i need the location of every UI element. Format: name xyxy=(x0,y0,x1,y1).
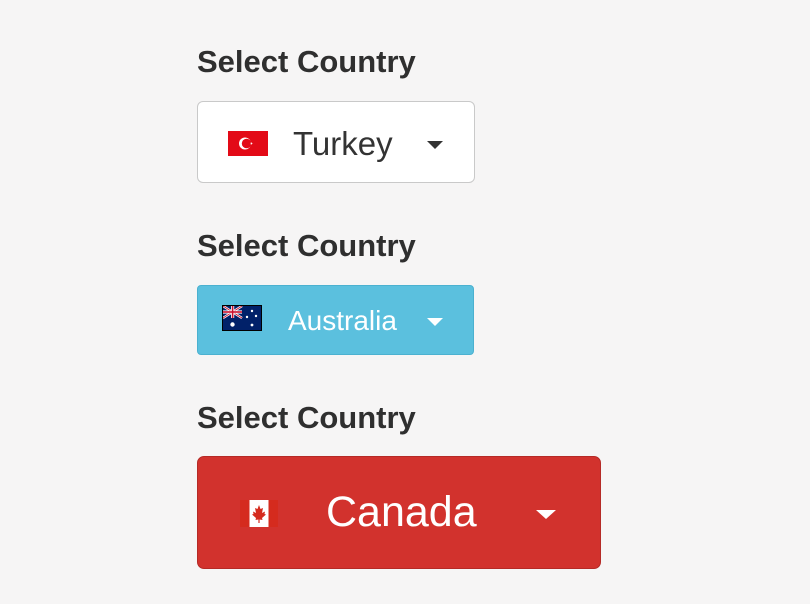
country-select-turkey[interactable]: Turkey xyxy=(197,101,475,183)
chevron-down-icon xyxy=(427,318,443,326)
australia-flag-icon xyxy=(222,305,262,331)
chevron-down-icon xyxy=(536,510,556,519)
canada-flag-icon xyxy=(240,500,278,527)
country-select-australia[interactable]: Australia xyxy=(197,285,474,355)
select-country-label-3: Select Country xyxy=(197,400,416,435)
turkey-flag-icon xyxy=(228,131,268,156)
selected-country-value: Australia xyxy=(288,305,397,336)
selected-country-value: Canada xyxy=(326,488,477,536)
chevron-down-icon xyxy=(427,141,443,149)
select-country-label-1: Select Country xyxy=(197,44,416,79)
country-select-canada[interactable]: Canada xyxy=(197,456,601,569)
selected-country-value: Turkey xyxy=(293,125,393,162)
select-country-label-2: Select Country xyxy=(197,228,416,263)
